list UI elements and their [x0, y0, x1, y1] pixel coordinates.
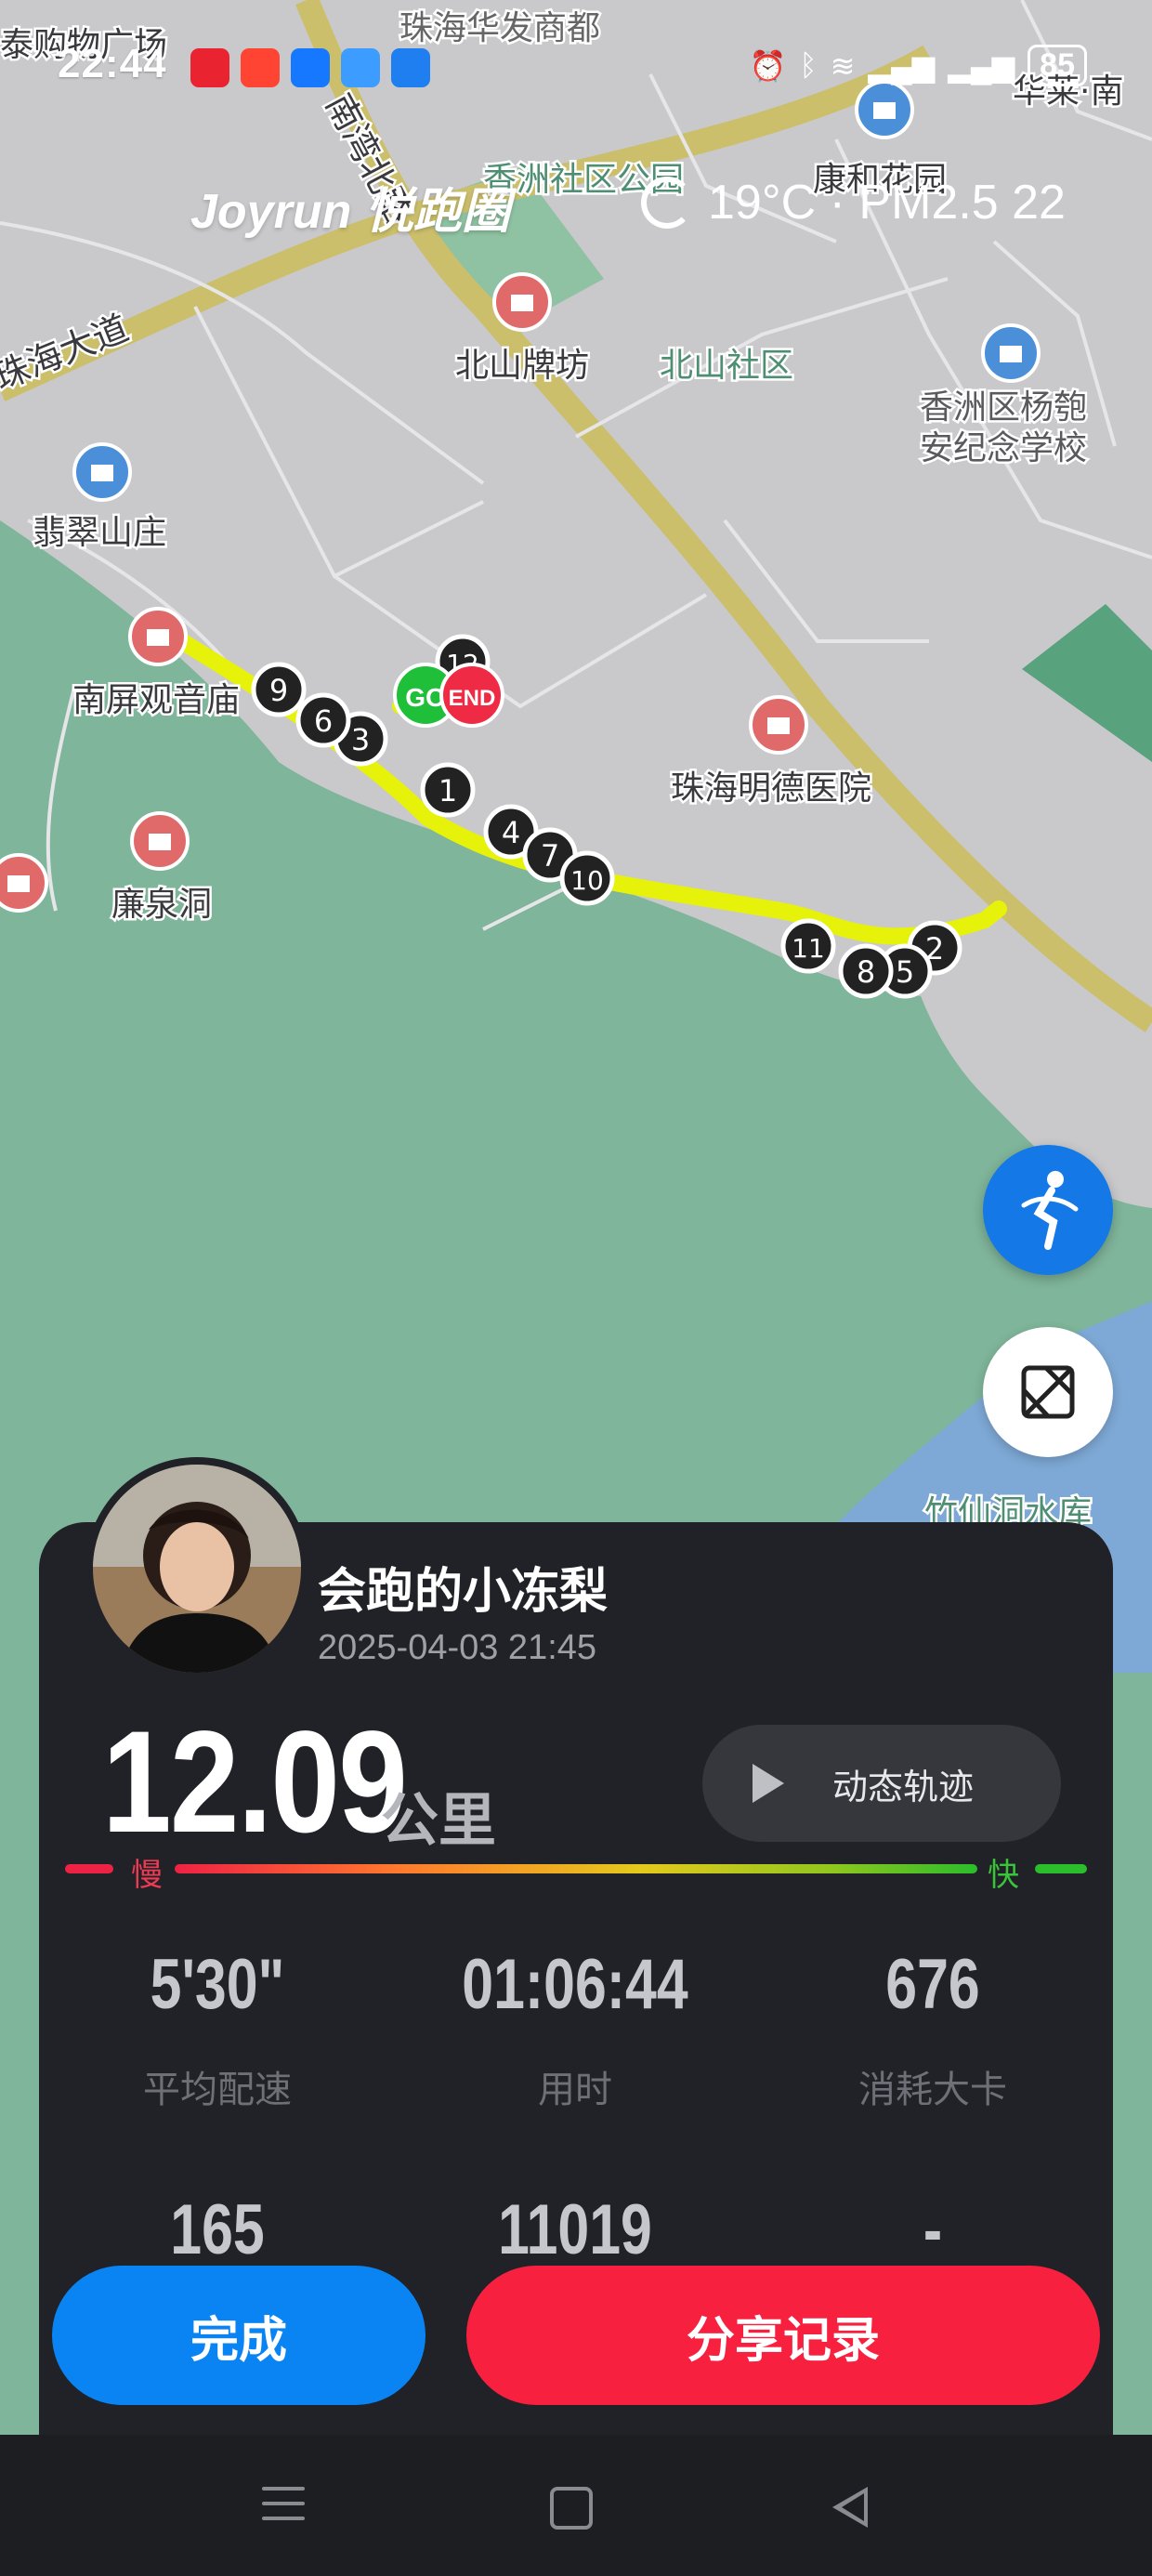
- done-button[interactable]: 完成: [52, 2266, 425, 2405]
- stat-row2-col2-value: 11019: [498, 2190, 652, 2269]
- poi-pin-icon: [128, 607, 188, 666]
- stat-duration-label: 用时: [538, 2069, 612, 2111]
- stat-calories-label: 消耗大卡: [858, 2069, 1007, 2111]
- route-km-marker-label: 8: [857, 954, 875, 990]
- notif-app-icon: [190, 48, 229, 87]
- avatar[interactable]: [93, 1465, 301, 1673]
- bluetooth-icon: ᛒ: [799, 48, 818, 82]
- route-km-marker[interactable]: 9: [251, 662, 307, 717]
- map-place-label: 北山牌坊: [453, 345, 592, 388]
- route-km-marker-label: 4: [502, 815, 520, 850]
- poi-pin-icon: [981, 323, 1041, 383]
- stat-avg-pace-label: 平均配速: [143, 2069, 292, 2111]
- route-km-marker-label: 9: [269, 673, 288, 708]
- map-layer-icon: [1021, 1365, 1075, 1419]
- pace-legend-slow-swatch: [65, 1864, 113, 1873]
- end-marker[interactable]: END: [439, 663, 504, 728]
- pace-legend-fast: 快: [988, 1857, 1019, 1894]
- route-replay-label: 动态轨迹: [832, 1766, 975, 1807]
- poi-pin-icon: [749, 695, 808, 755]
- notif-app-icon: [391, 48, 430, 87]
- route-km-marker-label: 3: [351, 722, 370, 757]
- route-km-marker[interactable]: 8: [838, 943, 894, 999]
- alarm-icon: ⏰: [749, 48, 787, 83]
- stat-row2-col3-value: -: [923, 2190, 943, 2269]
- app-screen: 123456789101112GOEND 珠海华发商都香洲社区公园康和花园北山牌…: [0, 0, 1152, 2576]
- stat-duration-value: 01:06:44: [462, 1945, 688, 2024]
- map-label-text: 南屏观音庙: [72, 681, 240, 719]
- poi-pin-icon: [72, 442, 132, 502]
- runner-name: 会跑的小冻梨: [318, 1564, 609, 1620]
- map-label-text: 安纪念学校: [920, 429, 1087, 467]
- weather-widget: 19°C · PM2.5 22: [641, 175, 1066, 230]
- pace-gradient-bar: [175, 1864, 977, 1873]
- avatar-photo: [93, 1465, 301, 1673]
- route-km-marker-label: 10: [570, 865, 604, 896]
- route-km-marker-label: 6: [314, 703, 333, 739]
- distance-unit: 公里: [381, 1786, 497, 1854]
- weather-ring-icon: [641, 177, 693, 229]
- system-nav-bar: [0, 2435, 1152, 2576]
- route-km-marker[interactable]: 10: [559, 850, 615, 906]
- notif-app-icon: [241, 48, 280, 87]
- stat-row2-col1-value: 165: [170, 2190, 265, 2269]
- route-replay-button[interactable]: 动态轨迹: [702, 1725, 1061, 1842]
- signal-icon: ▂▄▆: [868, 48, 936, 83]
- map-label-text: 廉泉洞: [111, 886, 212, 924]
- map-place-label: 翡翠山庄: [31, 512, 169, 555]
- map-layer-toggle-button[interactable]: [983, 1327, 1113, 1457]
- status-time: 22:44: [58, 41, 167, 86]
- notification-app-icons: [190, 48, 430, 87]
- map-place-label: 南屏观音庙: [71, 679, 242, 722]
- route-km-marker-label: 11: [792, 933, 825, 964]
- share-record-button[interactable]: 分享记录: [466, 2266, 1100, 2405]
- route-km-marker[interactable]: 6: [295, 692, 351, 748]
- map-label-text: 北山牌坊: [455, 347, 589, 385]
- map-label-text: 香洲区杨匏: [920, 388, 1087, 427]
- system-indicators: ⏰ ᛒ ≋ ▂▄▆ ▂▄▆ 85: [750, 45, 1087, 86]
- wifi-icon: ≋: [830, 48, 856, 83]
- route-km-marker-label: 5: [896, 954, 914, 990]
- weather-text: 19°C · PM2.5 22: [708, 176, 1066, 230]
- status-bar: 22:44 ⏰ ᛒ ≋ ▂▄▆ ▂▄▆ 85: [0, 0, 1152, 139]
- route-km-marker-label: 7: [541, 838, 559, 874]
- play-icon: [753, 1764, 784, 1803]
- back-icon[interactable]: [832, 2487, 868, 2528]
- stat-calories-value: 676: [885, 1945, 980, 2024]
- map-place-label: 珠海明德医院: [669, 768, 874, 810]
- poi-pin-icon: [0, 853, 48, 913]
- end-marker-label: END: [449, 686, 496, 711]
- battery-indicator: 85: [1028, 45, 1087, 86]
- signal-icon-2: ▂▄▆: [948, 48, 1015, 83]
- notif-app-icon: [291, 48, 330, 87]
- pace-legend-slow: 慢: [131, 1857, 163, 1894]
- map-place-label: 廉泉洞: [110, 884, 215, 927]
- map-label-text: 翡翠山庄: [33, 514, 166, 552]
- run-datetime: 2025-04-03 21:45: [318, 1628, 597, 1667]
- joyrun-logo: Joyrun 悦跑圈: [190, 185, 510, 239]
- runner-icon: [1021, 1171, 1079, 1250]
- map-place-label: 北山社区: [658, 345, 796, 388]
- running-mode-button[interactable]: [983, 1145, 1113, 1275]
- route-km-marker-label: 1: [439, 773, 457, 808]
- route-km-marker[interactable]: 11: [780, 918, 836, 974]
- notif-app-icon: [341, 48, 380, 87]
- pace-legend-fast-swatch: [1035, 1864, 1087, 1873]
- poi-pin-icon: [130, 811, 190, 871]
- stat-avg-pace-value: 5'30": [150, 1945, 285, 2024]
- home-icon[interactable]: [550, 2487, 593, 2530]
- route-km-marker[interactable]: 1: [420, 762, 476, 818]
- poi-pin-icon: [492, 272, 552, 332]
- map-label-text: 珠海明德医院: [671, 769, 871, 808]
- total-distance: 12.09: [102, 1702, 408, 1863]
- map-label-text: 北山社区: [660, 347, 793, 385]
- recent-apps-icon[interactable]: [262, 2487, 305, 2531]
